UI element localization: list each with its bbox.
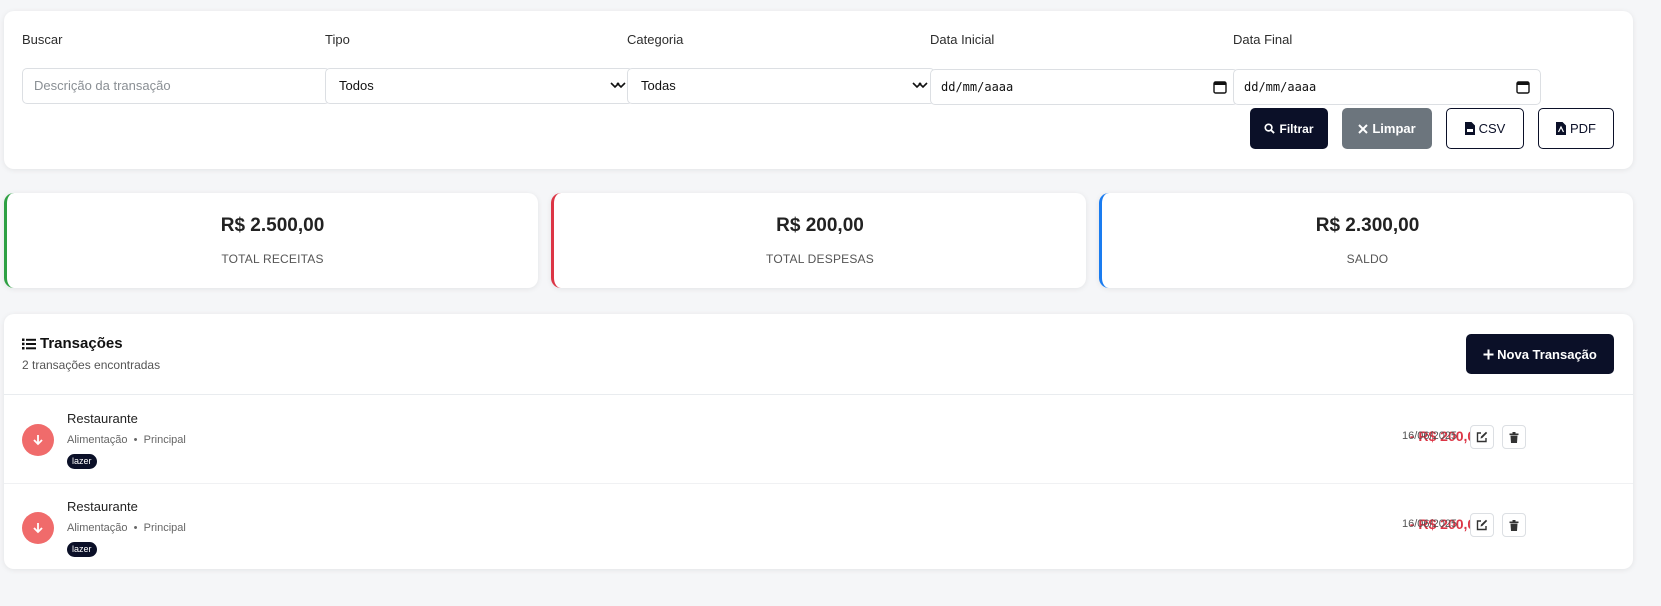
delete-button[interactable] [1502,425,1526,449]
clear-button-label: Limpar [1372,121,1416,136]
end-date-label: Data Final [1233,32,1293,47]
end-date-value: dd/mm/aaaa [1244,80,1317,94]
category-select-value: Todas [641,78,676,93]
meta-separator: • [130,522,141,534]
chevron-down-icon [610,82,626,89]
filter-button[interactable]: Filtrar [1250,108,1328,149]
edit-icon [1476,519,1488,531]
edit-button[interactable] [1470,513,1494,537]
start-date-field-group: Data Inicial dd/mm/aaaa [930,31,1238,105]
export-csv-label: CSV [1478,121,1506,136]
calendar-icon[interactable] [1516,80,1530,94]
close-icon [1358,123,1369,134]
total-income-card: R$ 2.500,00 TOTAL RECEITAS [4,193,538,288]
transaction-tag: lazer [67,542,97,557]
search-label: Buscar [22,32,63,47]
transactions-panel: Transações 2 transações encontradas Nova… [4,314,1633,569]
start-date-input[interactable]: dd/mm/aaaa [930,69,1238,105]
total-expenses-label: TOTAL DESPESAS [766,252,874,266]
transaction-tag: lazer [67,454,97,469]
type-field-group: Tipo Todos [325,31,633,104]
transactions-count: 2 transações encontradas [22,358,161,372]
file-pdf-icon [1556,122,1566,135]
edit-button[interactable] [1470,425,1494,449]
transaction-date: 16/06/2025 [1402,518,1458,530]
end-date-field-group: Data Final dd/mm/aaaa [1233,31,1541,105]
list-icon [22,338,36,349]
chevron-down-icon [912,82,928,89]
transaction-name: Restaurante [67,411,138,426]
transactions-header: Transações 2 transações encontradas Nova… [4,314,1633,395]
type-select[interactable]: Todos [325,68,633,104]
total-income-amount: R$ 2.500,00 [220,215,325,236]
plus-icon [1483,349,1494,359]
start-date-label: Data Inicial [930,32,995,47]
filter-panel: Buscar Descrição da transação Tipo Todos… [4,11,1633,169]
total-expenses-card: R$ 200,00 TOTAL DESPESAS [551,193,1086,288]
export-csv-button[interactable]: CSV [1446,108,1524,149]
file-csv-icon [1464,122,1475,135]
transaction-category: Alimentação [67,522,128,534]
balance-label: SALDO [1346,252,1389,266]
type-label: Tipo [325,32,350,47]
start-date-value: dd/mm/aaaa [941,80,1014,94]
clear-button[interactable]: Limpar [1342,108,1432,149]
transaction-meta: Alimentação • Principal [67,434,186,446]
category-field-group: Categoria Todas [627,31,935,104]
transaction-date: 16/06/2025 [1402,430,1458,442]
edit-icon [1476,431,1488,443]
arrow-down-icon [22,512,54,544]
type-select-value: Todos [339,78,374,93]
trash-icon [1509,519,1519,531]
transactions-title: Transações [22,335,123,352]
search-input[interactable]: Descrição da transação [22,68,330,104]
total-income-label: TOTAL RECEITAS [221,252,324,266]
transaction-account: Principal [143,434,186,446]
transactions-title-text: Transações [40,335,123,352]
export-pdf-button[interactable]: PDF [1538,108,1614,149]
arrow-down-icon [22,424,54,456]
meta-separator: • [130,434,141,446]
transaction-name: Restaurante [67,499,138,514]
delete-button[interactable] [1502,513,1526,537]
balance-amount: R$ 2.300,00 [1315,215,1420,236]
calendar-icon[interactable] [1213,80,1227,94]
trash-icon [1509,431,1519,443]
transaction-row[interactable]: Restaurante Alimentação • Principal laze… [4,484,1633,572]
category-label: Categoria [627,32,684,47]
transaction-meta: Alimentação • Principal [67,522,186,534]
transaction-row[interactable]: Restaurante Alimentação • Principal laze… [4,396,1633,484]
new-transaction-label: Nova Transação [1497,346,1597,362]
export-pdf-label: PDF [1570,121,1596,136]
filter-button-label: Filtrar [1279,121,1314,136]
category-select[interactable]: Todas [627,68,935,104]
new-transaction-button[interactable]: Nova Transação [1466,334,1614,374]
transaction-account: Principal [143,522,186,534]
end-date-input[interactable]: dd/mm/aaaa [1233,69,1541,105]
search-field-group: Buscar Descrição da transação [22,31,330,104]
search-icon [1264,123,1276,134]
balance-card: R$ 2.300,00 SALDO [1099,193,1633,288]
total-expenses-amount: R$ 200,00 [776,215,864,236]
transaction-category: Alimentação [67,434,128,446]
